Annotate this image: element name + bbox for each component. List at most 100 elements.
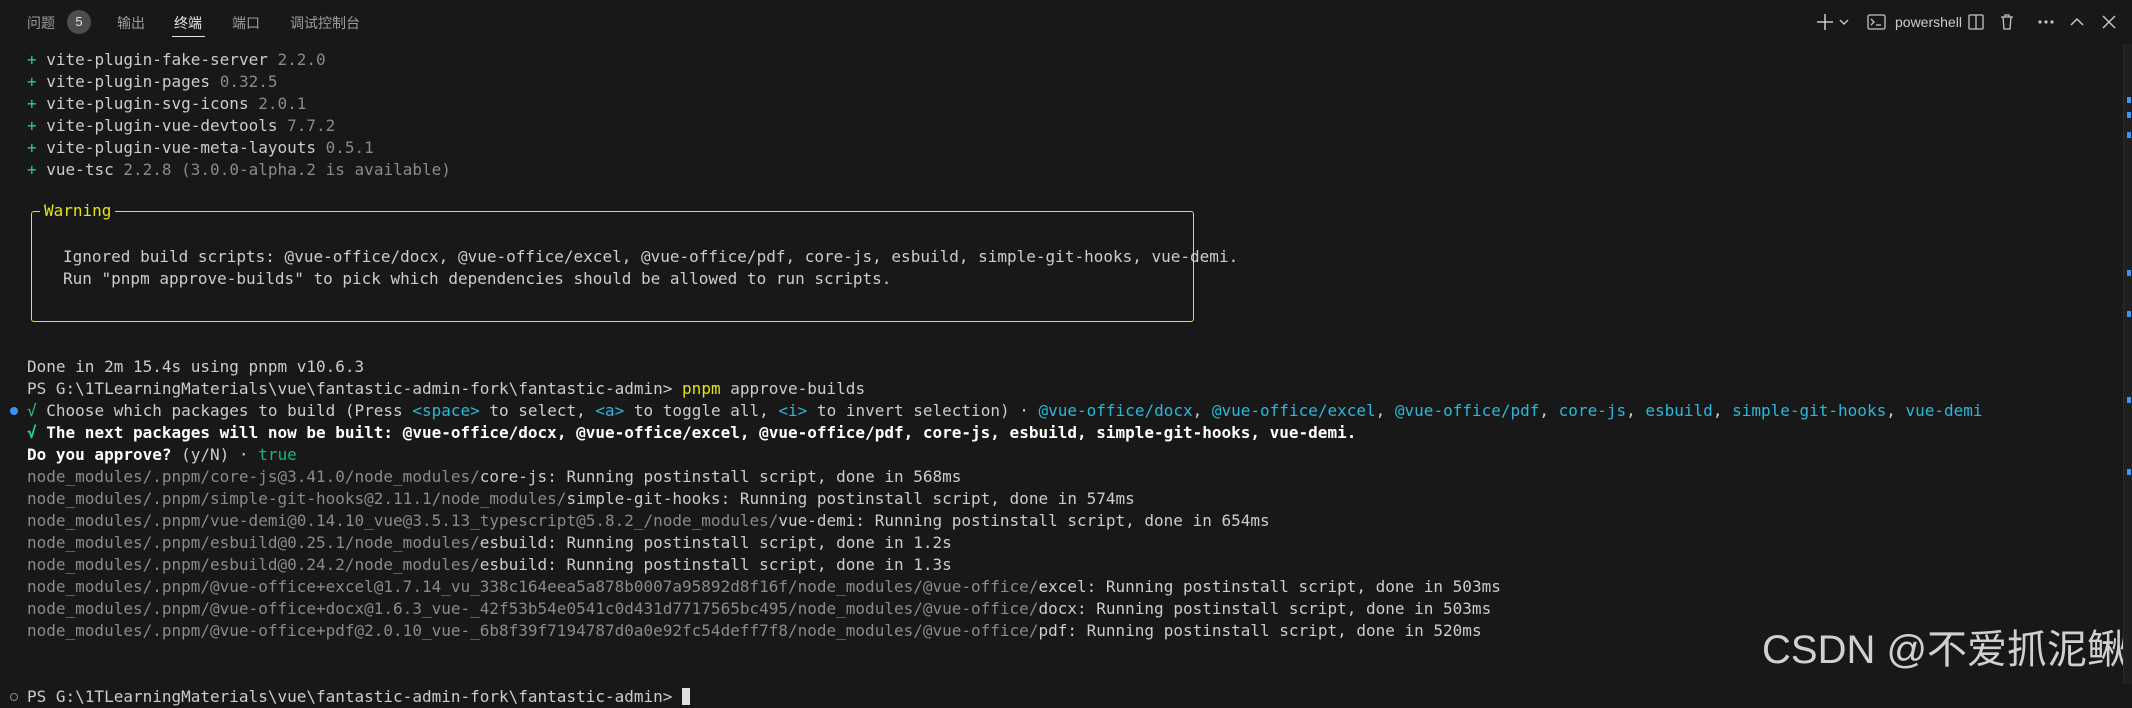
prompt-path: PS G:\1TLearningMaterials\vue\fantastic-… xyxy=(27,687,673,706)
scroll-marker xyxy=(2127,97,2131,103)
key-hint-space: <space> xyxy=(412,401,480,420)
scroll-marker xyxy=(2127,469,2131,475)
command-decoration-dot[interactable] xyxy=(10,407,18,415)
separator: , xyxy=(1886,401,1906,420)
terminal-scrollbar[interactable] xyxy=(2123,44,2132,684)
module-path: node_modules/.pnpm/vue-demi@0.14.10_vue@… xyxy=(27,511,779,530)
module-name: vue-demi xyxy=(778,511,856,530)
approve-hint: (y/N) xyxy=(171,445,230,464)
check-mark: √ xyxy=(27,423,37,442)
module-path: node_modules/.pnpm/core-js@3.41.0/node_m… xyxy=(27,467,480,486)
terminal-output[interactable]: + vite-plugin-fake-server 2.2.0 + vite-pl… xyxy=(0,44,2128,706)
scroll-marker xyxy=(2127,397,2131,403)
dependency-name: vite-plugin-vue-devtools xyxy=(46,116,278,135)
postinstall-message: : Running postinstall script, done in 1.… xyxy=(547,533,952,552)
scroll-marker xyxy=(2127,311,2131,317)
package-name: esbuild xyxy=(1645,401,1713,420)
choose-text: Choose which packages to build (Press xyxy=(36,401,413,420)
dependency-version: 0.32.5 xyxy=(219,72,278,91)
tab-ports[interactable]: 端口 xyxy=(232,13,260,33)
current-prompt-line[interactable]: PS G:\1TLearningMaterials\vue\fantastic-… xyxy=(27,686,691,708)
postinstall-message: : Running postinstall script, done in 1.… xyxy=(547,555,952,574)
plus-marker: + xyxy=(27,160,37,179)
module-path: node_modules/.pnpm/esbuild@0.24.2/node_m… xyxy=(27,555,480,574)
terminal-icon[interactable] xyxy=(1866,9,1888,35)
separator: , xyxy=(1192,401,1212,420)
module-path: node_modules/.pnpm/@vue-office+excel@1.7… xyxy=(27,577,1039,596)
dependency-name: vite-plugin-vue-meta-layouts xyxy=(46,138,316,157)
next-packages-text: The next packages will now be built: @vu… xyxy=(36,423,1357,442)
dependency-line: + vite-plugin-svg-icons 2.0.1 xyxy=(27,93,306,115)
separator: , xyxy=(1626,401,1646,420)
postinstall-message: : Running postinstall script, done in 50… xyxy=(1076,599,1492,618)
active-tab-indicator xyxy=(172,36,205,37)
approve-question: Do you approve? xyxy=(27,445,172,464)
dependency-version: 2.0.1 xyxy=(258,94,307,113)
approve-line: Do you approve? (y/N) · true xyxy=(27,444,297,466)
postinstall-line: node_modules/.pnpm/vue-demi@0.14.10_vue@… xyxy=(27,510,1270,532)
prompt-path: PS G:\1TLearningMaterials\vue\fantastic-… xyxy=(27,379,673,398)
separator: , xyxy=(1375,401,1395,420)
dependency-line: + vite-plugin-vue-meta-layouts 0.5.1 xyxy=(27,137,374,159)
prompt-decoration-dot[interactable] xyxy=(10,693,18,701)
scroll-marker xyxy=(2127,112,2131,118)
chevron-down-icon[interactable] xyxy=(1838,9,1850,35)
package-name: @vue-office/pdf xyxy=(1394,401,1540,420)
chevron-up-icon[interactable] xyxy=(2068,9,2086,35)
dependency-name: vite-plugin-fake-server xyxy=(46,50,268,69)
dependency-version: 7.7.2 xyxy=(287,116,336,135)
shell-name[interactable]: powershell xyxy=(1895,14,1962,30)
close-icon[interactable] xyxy=(2100,9,2118,35)
tab-debug-console[interactable]: 调试控制台 xyxy=(290,13,360,33)
plus-marker: + xyxy=(27,116,37,135)
command-binary: pnpm xyxy=(682,379,721,398)
tab-problems[interactable]: 问题 xyxy=(27,13,55,33)
postinstall-line: node_modules/.pnpm/@vue-office+docx@1.6.… xyxy=(27,598,1491,620)
postinstall-message: : Running postinstall script, done in 52… xyxy=(1067,621,1482,640)
trash-icon[interactable] xyxy=(1998,9,2016,35)
postinstall-line: node_modules/.pnpm/simple-git-hooks@2.11… xyxy=(27,488,1135,510)
choose-packages-line: √ Choose which packages to build (Press … xyxy=(27,400,1983,422)
warning-line-2: Run "pnpm approve-builds" to pick which … xyxy=(63,269,892,288)
done-line: Done in 2m 15.4s using pnpm v10.6.3 xyxy=(27,357,365,376)
check-mark: √ xyxy=(27,401,37,420)
package-name: @vue-office/excel xyxy=(1211,401,1376,420)
next-packages-line: √ The next packages will now be built: @… xyxy=(27,422,1356,444)
dependency-version: 0.5.1 xyxy=(325,138,374,157)
postinstall-line: node_modules/.pnpm/@vue-office+excel@1.7… xyxy=(27,576,1501,598)
csdn-watermark: CSDN @不爱抓泥鳅 xyxy=(1762,628,2128,672)
package-name: simple-git-hooks xyxy=(1732,401,1887,420)
module-name: esbuild xyxy=(479,555,548,574)
postinstall-message: : Running postinstall script, done in 57… xyxy=(720,489,1135,508)
module-path: node_modules/.pnpm/esbuild@0.25.1/node_m… xyxy=(27,533,480,552)
split-icon[interactable] xyxy=(1966,9,1986,35)
postinstall-line: node_modules/.pnpm/core-js@3.41.0/node_m… xyxy=(27,466,961,488)
more-icon[interactable] xyxy=(2036,9,2056,35)
tab-terminal[interactable]: 终端 xyxy=(174,13,202,33)
package-name: core-js xyxy=(1558,401,1627,420)
plus-icon[interactable] xyxy=(1816,9,1834,35)
plus-marker: + xyxy=(27,50,37,69)
module-name: docx xyxy=(1038,599,1077,618)
module-name: core-js xyxy=(479,467,548,486)
scroll-marker xyxy=(2127,132,2131,138)
approve-answer: true xyxy=(258,445,297,464)
plus-marker: + xyxy=(27,138,37,157)
dependency-line: + vite-plugin-fake-server 2.2.0 xyxy=(27,49,326,71)
dependency-name: vite-plugin-pages xyxy=(46,72,211,91)
approve-separator: · xyxy=(229,445,259,464)
postinstall-message: : Running postinstall script, done in 50… xyxy=(1086,577,1501,596)
panel-tab-bar: 问题 5 输出 终端 端口 调试控制台 powershell xyxy=(0,0,2132,44)
module-name: excel xyxy=(1038,577,1087,596)
dependency-version: 2.2.0 xyxy=(277,50,326,69)
key-hint-i: <i> xyxy=(778,401,808,420)
module-path: node_modules/.pnpm/@vue-office+docx@1.6.… xyxy=(27,599,1039,618)
module-name: pdf xyxy=(1038,621,1068,640)
module-path: node_modules/.pnpm/@vue-office+pdf@2.0.1… xyxy=(27,621,1039,640)
postinstall-message: : Running postinstall script, done in 65… xyxy=(855,511,1270,530)
dependency-name: vue-tsc xyxy=(46,160,114,179)
postinstall-message: : Running postinstall script, done in 56… xyxy=(547,467,962,486)
dependency-line: + vite-plugin-pages 0.32.5 xyxy=(27,71,277,93)
tab-output[interactable]: 输出 xyxy=(117,13,145,33)
scroll-marker xyxy=(2127,270,2131,276)
